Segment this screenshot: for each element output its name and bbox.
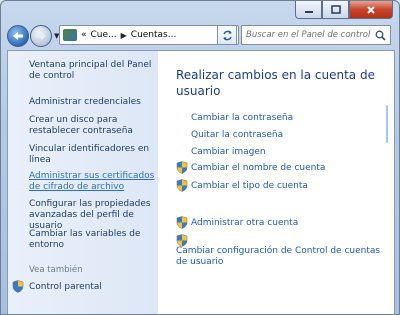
maximize-icon [330,5,341,14]
chevron-right-icon[interactable]: ▶ [121,31,127,40]
sidebar-item-control-panel-home[interactable]: Ventana principal del Panel de control [29,60,157,82]
control-panel-icon [63,29,77,41]
search-input[interactable] [242,30,372,40]
page-title: Realizar cambios en la cuenta de usuario [176,68,375,98]
arrow-left-icon [13,32,23,40]
sidebar-item-link-online-ids[interactable]: Vincular identificadores en línea [29,144,157,166]
see-also-heading: Vea también [29,265,83,275]
remove-password-link[interactable]: Quitar la contraseña [191,130,283,141]
change-account-name-link[interactable]: Cambiar el nombre de cuenta [191,163,325,174]
control-panel-window: ▼ « Cue... ▶ Cuentas... ▼ Ventana princi… [0,0,400,315]
manage-another-account-link[interactable]: Administrar otra cuenta [191,218,298,229]
scroll-indicator[interactable] [386,105,388,143]
navigation-buttons: ▼ [7,25,59,47]
sidebar-item-manage-credentials[interactable]: Administrar credenciales [29,97,157,108]
change-password-link[interactable]: Cambiar la contraseña [191,113,293,124]
change-account-type-link[interactable]: Cambiar el tipo de cuenta [191,181,308,192]
back-button[interactable] [7,25,29,47]
minimize-button[interactable] [295,1,322,19]
arrow-right-icon [36,32,46,40]
sidebar-item-parental-controls[interactable]: Control parental [29,282,157,293]
refresh-button[interactable] [217,25,237,45]
address-overflow[interactable]: « [81,30,87,40]
sidebar-item-manage-certificates[interactable]: Administrar sus certificados de cifrado … [29,171,157,193]
shield-icon [176,161,188,174]
forward-button[interactable] [30,25,52,47]
breadcrumb-item-2[interactable]: Cuentas... [131,30,177,40]
sidebar-item-password-reset-disk[interactable]: Crear un disco para restablecer contrase… [29,115,157,137]
shield-icon [176,179,188,192]
shield-icon [12,280,24,293]
content-area: Ventana principal del Panel de control A… [7,50,395,314]
search-box[interactable] [241,25,391,45]
sidebar-item-environment-variables[interactable]: Cambiar las variables de entorno [29,229,157,251]
sidebar-item-profile-properties[interactable]: Configurar las propiedades avanzadas del… [29,199,157,232]
breadcrumb-item-1[interactable]: Cue... [91,30,117,40]
search-icon[interactable] [375,30,386,41]
maximize-button[interactable] [322,1,349,19]
shield-icon [176,216,188,229]
close-icon [367,5,375,14]
minimize-icon [304,10,313,13]
refresh-icon [222,30,232,40]
change-picture-link[interactable]: Cambiar imagen [191,147,266,158]
address-bar[interactable]: « Cue... ▶ Cuentas... ▼ [59,25,239,45]
uac-settings-link[interactable]: Cambiar configuración de Control de cuen… [176,246,381,268]
main-panel: Realizar cambios en la cuenta de usuario… [158,51,394,314]
window-caption-buttons [295,1,393,19]
task-pane: Ventana principal del Panel de control A… [8,51,158,314]
close-button[interactable] [349,1,393,19]
